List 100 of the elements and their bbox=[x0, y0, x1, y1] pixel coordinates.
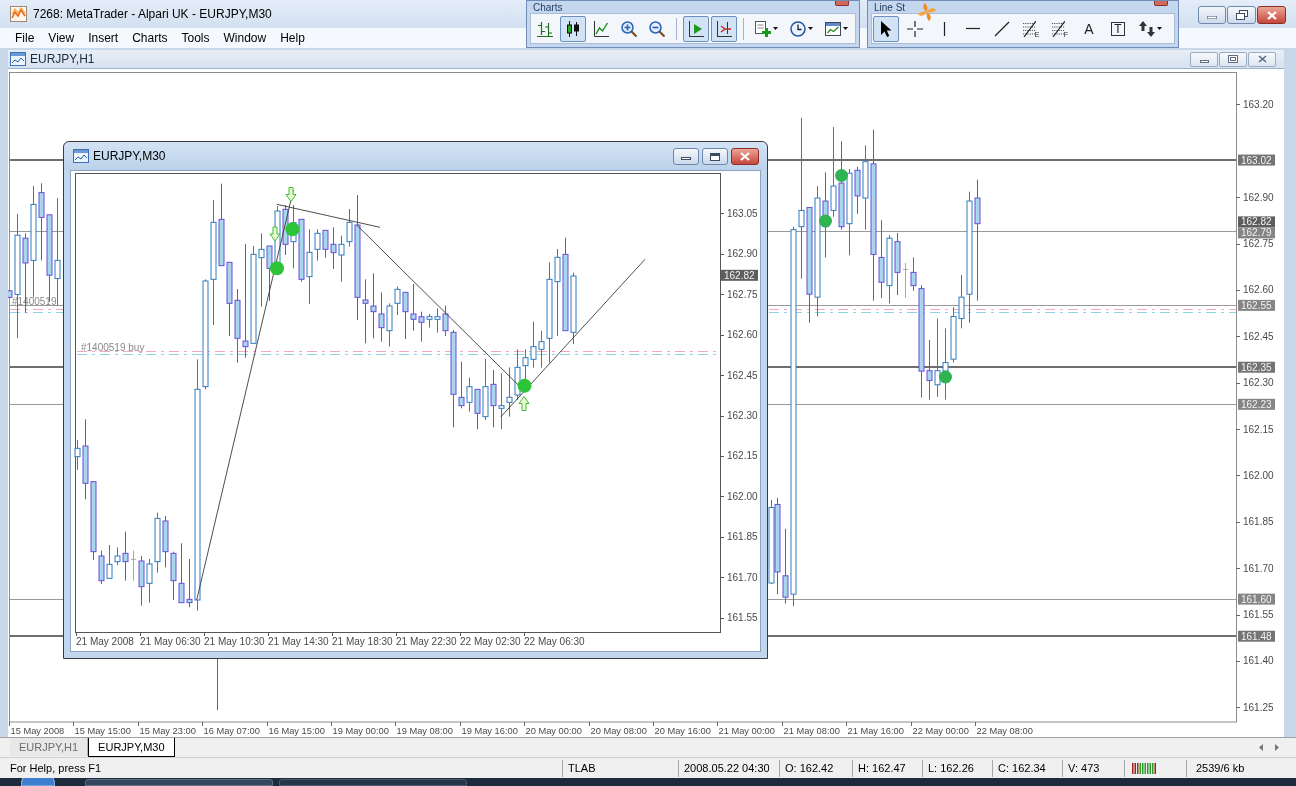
time-label: 21 May 08:00 bbox=[783, 726, 840, 736]
price-label: 163.20 bbox=[1243, 98, 1274, 110]
line-chart-icon bbox=[593, 20, 609, 37]
price-tag: 162.82 bbox=[1238, 216, 1275, 228]
time-label: 19 May 00:00 bbox=[332, 726, 389, 736]
close-price: C: 162.34 bbox=[998, 760, 1046, 776]
trade-dot-icon bbox=[285, 222, 300, 237]
cursor-button[interactable] bbox=[873, 15, 899, 42]
price-label: 162.15 bbox=[727, 450, 758, 462]
time-label: 20 May 08:00 bbox=[590, 726, 647, 736]
scroll-left-icon[interactable] bbox=[1259, 744, 1263, 751]
connection-bars-icon bbox=[1132, 762, 1157, 774]
zoom-in-icon bbox=[621, 20, 637, 37]
price-label: 162.30 bbox=[1243, 377, 1274, 389]
chart-tab[interactable]: EURJPY,M30 bbox=[88, 738, 175, 757]
high-price: H: 162.47 bbox=[858, 760, 906, 776]
price-label: 161.85 bbox=[1243, 516, 1274, 528]
menu-item[interactable]: Insert bbox=[81, 28, 126, 48]
price-label: 162.75 bbox=[727, 288, 758, 300]
auto-scroll-button[interactable] bbox=[711, 15, 737, 42]
close-button[interactable] bbox=[1257, 6, 1286, 24]
down-arrow-icon bbox=[285, 187, 297, 202]
text-label-button[interactable]: T bbox=[1105, 15, 1131, 42]
menu-item[interactable]: View bbox=[41, 28, 82, 48]
time-label: 20 May 00:00 bbox=[525, 726, 582, 736]
pinwheel-icon bbox=[918, 2, 936, 22]
text-button[interactable]: A bbox=[1076, 15, 1102, 42]
time-label: 21 May 10:30 bbox=[204, 636, 265, 647]
scroll-right-icon[interactable] bbox=[1275, 744, 1279, 751]
time-label: 16 May 07:00 bbox=[203, 726, 260, 736]
time-label: 15 May 23:00 bbox=[139, 726, 196, 736]
chart-shift-button[interactable] bbox=[683, 15, 709, 42]
traffic-counter: 2539/6 kb bbox=[1196, 760, 1245, 776]
price-label: 162.75 bbox=[1243, 238, 1274, 250]
price-label: 161.70 bbox=[1243, 562, 1274, 574]
minimize-icon bbox=[681, 157, 691, 160]
price-label: 161.55 bbox=[727, 612, 758, 624]
menu-item[interactable]: Window bbox=[216, 28, 274, 48]
close-icon bbox=[1266, 10, 1277, 20]
price-tag: 161.60 bbox=[1238, 593, 1275, 605]
menu-item[interactable]: Charts bbox=[125, 28, 175, 48]
time-label: 22 May 06:30 bbox=[524, 636, 585, 647]
trade-dot-icon bbox=[819, 214, 832, 228]
toolbar-title: Charts bbox=[533, 2, 563, 13]
price-tag: 162.82 bbox=[721, 269, 758, 281]
volume: V: 473 bbox=[1068, 760, 1100, 776]
down-arrow-icon bbox=[269, 226, 281, 242]
close-button[interactable] bbox=[1248, 51, 1276, 67]
maximize-button[interactable] bbox=[702, 148, 728, 165]
price-label: 162.15 bbox=[1243, 423, 1274, 435]
clock-icon bbox=[790, 20, 806, 37]
bar-time: 2008.05.22 04:30 bbox=[684, 760, 770, 776]
chart-shift-icon bbox=[688, 20, 704, 37]
chart-tab[interactable]: EURJPY,H1 bbox=[10, 738, 89, 756]
zigzag-logo-icon bbox=[10, 6, 27, 22]
candlestick-icon bbox=[565, 20, 581, 37]
order-label: #1400519 buy bbox=[81, 342, 145, 353]
trade-dot-icon bbox=[270, 261, 284, 276]
menu-item[interactable]: Tools bbox=[174, 28, 217, 48]
price-label: 162.60 bbox=[1243, 284, 1274, 296]
menu-item[interactable]: Help bbox=[273, 28, 312, 48]
restore-button[interactable] bbox=[1219, 51, 1247, 67]
add-indicator-icon bbox=[755, 20, 771, 37]
restore-button[interactable] bbox=[1227, 6, 1256, 24]
minimize-button[interactable] bbox=[673, 148, 699, 165]
price-label: 161.40 bbox=[1243, 655, 1274, 667]
chart-template-icon bbox=[825, 20, 841, 37]
restore-icon bbox=[1235, 10, 1248, 20]
help-text: For Help, press F1 bbox=[10, 760, 102, 776]
time-label: 15 May 15:00 bbox=[74, 726, 131, 736]
low-price: L: 162.26 bbox=[928, 760, 974, 776]
close-button[interactable] bbox=[731, 148, 759, 165]
price-label: 162.30 bbox=[727, 410, 758, 421]
time-label: 21 May 16:00 bbox=[847, 726, 904, 736]
time-label: 16 May 15:00 bbox=[268, 726, 325, 736]
arrows-icon bbox=[1139, 20, 1155, 37]
up-arrow-icon bbox=[518, 396, 530, 411]
start-orb-icon bbox=[21, 778, 55, 786]
diagonal-line-icon bbox=[994, 20, 1010, 37]
time-label: 15 May 2008 bbox=[10, 726, 65, 736]
price-tag: 163.02 bbox=[1238, 154, 1275, 166]
price-tag: 162.79 bbox=[1238, 227, 1275, 239]
menu-item[interactable]: File bbox=[8, 28, 42, 48]
price-tag: 162.55 bbox=[1238, 299, 1275, 311]
time-label: 21 May 06:30 bbox=[140, 636, 201, 647]
minimize-button[interactable] bbox=[1190, 51, 1218, 67]
trade-dot-icon bbox=[835, 169, 848, 182]
time-label: 19 May 16:00 bbox=[461, 726, 518, 736]
price-label: 161.25 bbox=[1243, 701, 1274, 713]
time-label: 21 May 00:00 bbox=[718, 726, 775, 736]
hatch-lines-icon bbox=[1051, 20, 1065, 37]
trade-dot-icon bbox=[517, 378, 532, 393]
autoscroll-icon bbox=[716, 20, 732, 37]
bar-chart-icon bbox=[537, 20, 553, 37]
minimize-icon bbox=[1199, 59, 1209, 63]
vertical-line-icon bbox=[942, 21, 946, 36]
time-label: 22 May 08:00 bbox=[976, 726, 1033, 736]
candlestick-chart-button[interactable] bbox=[560, 15, 586, 42]
close-icon bbox=[740, 152, 750, 161]
minimize-icon bbox=[1207, 16, 1217, 19]
